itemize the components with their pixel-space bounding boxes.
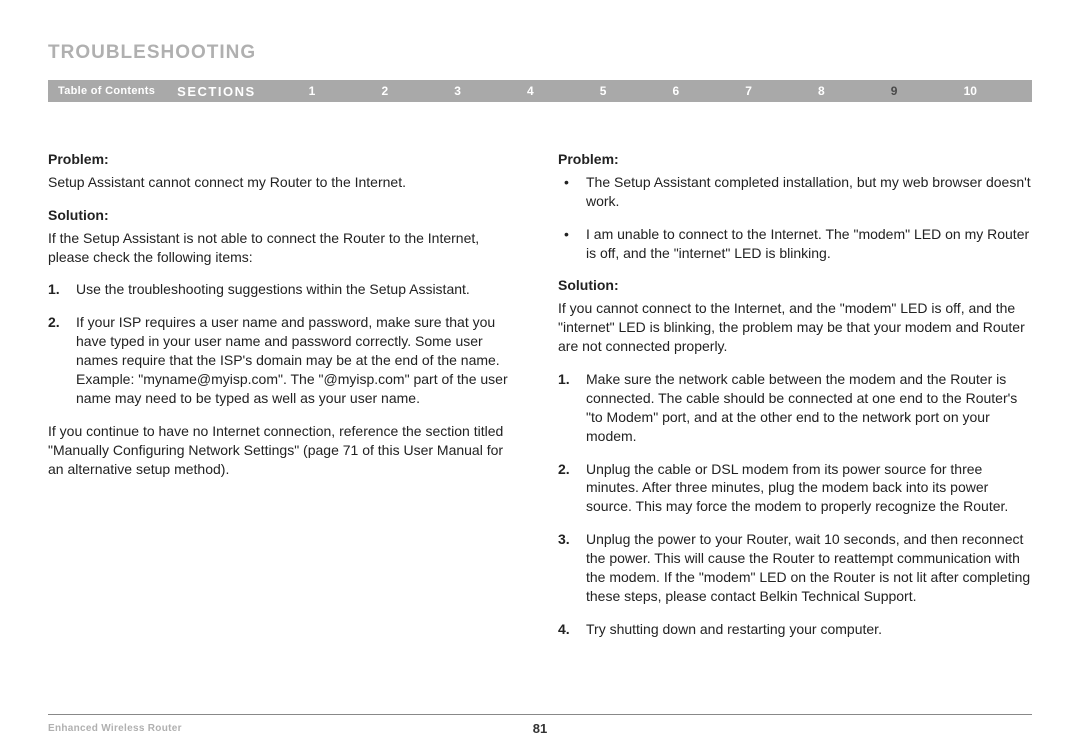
section-numbers: 1 2 3 4 5 6 7 8 9 10 xyxy=(276,84,1022,98)
list-item: •The Setup Assistant completed installat… xyxy=(558,173,1032,211)
section-link-8[interactable]: 8 xyxy=(818,84,825,98)
problem-bullets: •The Setup Assistant completed installat… xyxy=(558,173,1032,263)
page-title: TROUBLESHOOTING xyxy=(48,42,1032,64)
solution-intro: If you cannot connect to the Internet, a… xyxy=(558,299,1032,356)
product-name: Enhanced Wireless Router xyxy=(48,723,182,734)
sections-label: SECTIONS xyxy=(177,84,255,99)
list-item: •I am unable to connect to the Internet.… xyxy=(558,225,1032,263)
toc-link[interactable]: Table of Contents xyxy=(58,85,155,97)
step-text: Unplug the cable or DSL modem from its p… xyxy=(586,460,1032,517)
solution-intro: If the Setup Assistant is not able to co… xyxy=(48,229,522,267)
list-item: 4.Try shutting down and restarting your … xyxy=(558,620,1032,639)
section-link-10[interactable]: 10 xyxy=(964,84,977,98)
section-link-5[interactable]: 5 xyxy=(600,84,607,98)
left-column: Problem: Setup Assistant cannot connect … xyxy=(48,150,522,653)
list-item: 2.Unplug the cable or DSL modem from its… xyxy=(558,460,1032,517)
footer-divider xyxy=(48,714,1032,715)
step-text: Try shutting down and restarting your co… xyxy=(586,620,1032,639)
bullet-text: I am unable to connect to the Internet. … xyxy=(586,225,1032,263)
bullet-text: The Setup Assistant completed installati… xyxy=(586,173,1032,211)
section-link-3[interactable]: 3 xyxy=(454,84,461,98)
step-text: Make sure the network cable between the … xyxy=(586,370,1032,446)
problem-text: Setup Assistant cannot connect my Router… xyxy=(48,173,522,192)
page-number: 81 xyxy=(533,721,547,736)
section-link-1[interactable]: 1 xyxy=(309,84,316,98)
list-item: 2.If your ISP requires a user name and p… xyxy=(48,313,522,407)
step-text: If your ISP requires a user name and pas… xyxy=(76,313,522,407)
right-steps: 1.Make sure the network cable between th… xyxy=(558,370,1032,639)
solution-label: Solution: xyxy=(48,206,522,225)
step-text: Unplug the power to your Router, wait 10… xyxy=(586,530,1032,606)
content-columns: Problem: Setup Assistant cannot connect … xyxy=(48,150,1032,653)
step-text: Use the troubleshooting suggestions with… xyxy=(76,280,522,299)
solution-label: Solution: xyxy=(558,276,1032,295)
list-item: 1.Make sure the network cable between th… xyxy=(558,370,1032,446)
list-item: 1.Use the troubleshooting suggestions wi… xyxy=(48,280,522,299)
section-link-9[interactable]: 9 xyxy=(891,84,898,98)
closing-text: If you continue to have no Internet conn… xyxy=(48,422,522,479)
section-link-6[interactable]: 6 xyxy=(673,84,680,98)
section-link-2[interactable]: 2 xyxy=(381,84,388,98)
section-link-4[interactable]: 4 xyxy=(527,84,534,98)
left-steps: 1.Use the troubleshooting suggestions wi… xyxy=(48,280,522,407)
footer: Enhanced Wireless Router 81 xyxy=(0,714,1080,734)
section-navbar: Table of Contents SECTIONS 1 2 3 4 5 6 7… xyxy=(48,80,1032,102)
problem-label: Problem: xyxy=(558,150,1032,169)
right-column: Problem: •The Setup Assistant completed … xyxy=(558,150,1032,653)
problem-label: Problem: xyxy=(48,150,522,169)
list-item: 3.Unplug the power to your Router, wait … xyxy=(558,530,1032,606)
section-link-7[interactable]: 7 xyxy=(745,84,752,98)
